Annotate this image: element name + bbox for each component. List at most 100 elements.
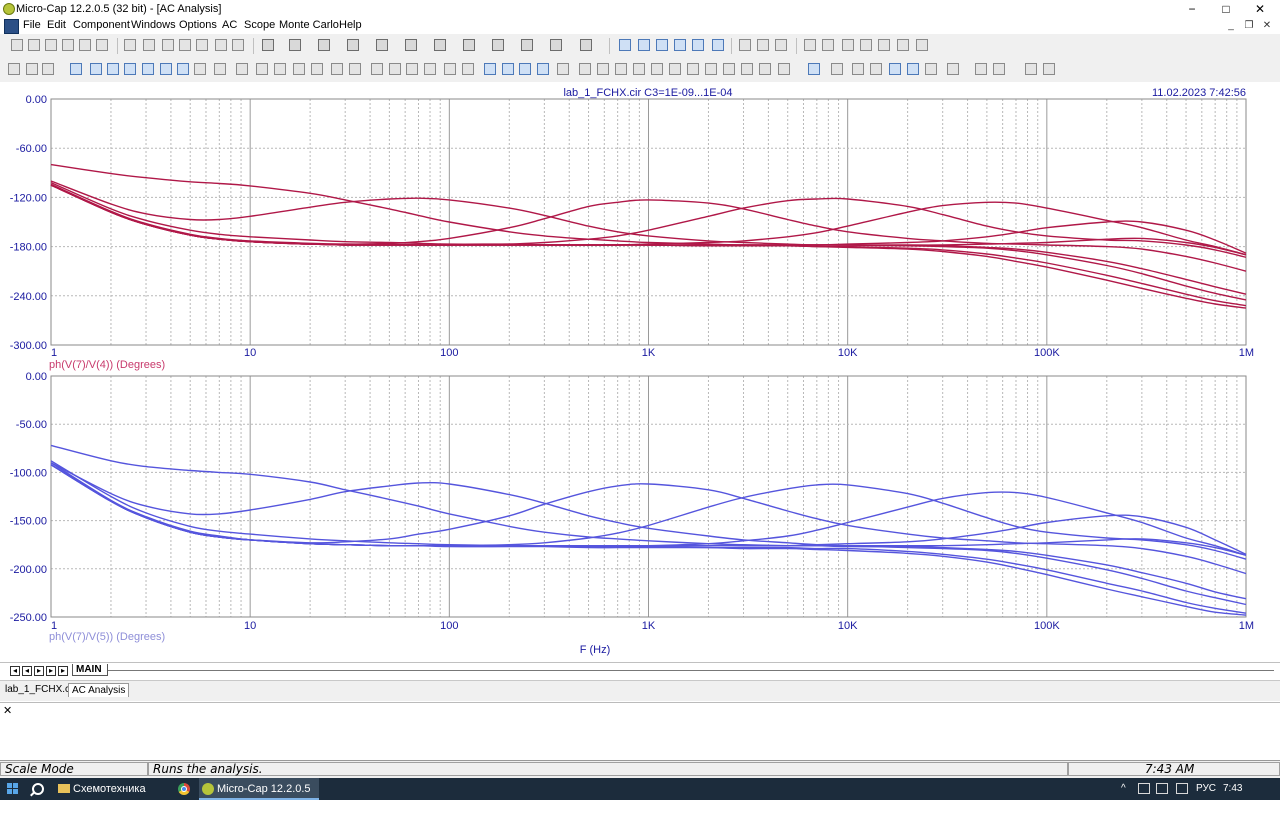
menu-edit[interactable]: Edit bbox=[47, 19, 66, 31]
opamp-icon[interactable] bbox=[463, 39, 475, 51]
battery-icon[interactable] bbox=[1138, 783, 1150, 794]
label-icon[interactable] bbox=[557, 63, 569, 75]
print-preview-icon[interactable] bbox=[79, 39, 91, 51]
minimize-button[interactable]: − bbox=[1177, 0, 1207, 18]
language-indicator[interactable]: РУС bbox=[1196, 778, 1216, 800]
zoom-in-icon[interactable] bbox=[502, 63, 514, 75]
menu-component[interactable]: Component bbox=[73, 19, 130, 31]
fft-icon[interactable] bbox=[916, 39, 928, 51]
save-icon[interactable] bbox=[45, 39, 57, 51]
scale-mode-icon[interactable] bbox=[70, 63, 82, 75]
optimize-icon[interactable] bbox=[878, 39, 890, 51]
taskbar-item-microcap[interactable]: Micro-Cap 12.2.0.5 (32... bbox=[199, 778, 319, 817]
select-all-icon[interactable] bbox=[232, 39, 244, 51]
color-picker-icon[interactable] bbox=[42, 63, 54, 75]
analysis-limits-icon[interactable] bbox=[804, 39, 816, 51]
menu-help[interactable]: Help bbox=[339, 19, 362, 31]
parameters-icon[interactable] bbox=[860, 39, 872, 51]
cut-icon[interactable] bbox=[162, 39, 174, 51]
zoom-restore-icon[interactable] bbox=[537, 63, 549, 75]
data-points-icon[interactable] bbox=[462, 63, 474, 75]
axis-icon[interactable] bbox=[406, 63, 418, 75]
maximize-button[interactable]: □ bbox=[1211, 0, 1241, 18]
menu-scope[interactable]: Scope bbox=[244, 19, 275, 31]
probe-icon[interactable] bbox=[580, 39, 592, 51]
select-mode-icon[interactable] bbox=[8, 63, 20, 75]
stepping-display-icon[interactable] bbox=[349, 63, 361, 75]
auto-scale-range-icon[interactable] bbox=[870, 63, 882, 75]
open-file-icon[interactable] bbox=[28, 39, 40, 51]
tray-overflow-icon[interactable]: ^ bbox=[1121, 778, 1126, 800]
point-tag-icon[interactable] bbox=[142, 63, 154, 75]
globe-icon[interactable] bbox=[775, 39, 787, 51]
source-icon[interactable] bbox=[550, 39, 562, 51]
analysis-window-icon[interactable] bbox=[808, 63, 820, 75]
same-y-scales-icon[interactable] bbox=[831, 63, 843, 75]
auto-scale-icon[interactable] bbox=[852, 63, 864, 75]
menu-ac[interactable]: AC bbox=[222, 19, 237, 31]
menu-monte-carlo[interactable]: Monte Carlo bbox=[279, 19, 339, 31]
analysis-plot[interactable]: lab_1_FCHX.cir C3=1E-09...1E-04 11.02.20… bbox=[0, 82, 1280, 662]
windows-start-icon[interactable] bbox=[7, 783, 19, 795]
zoom-fit-icon[interactable] bbox=[519, 63, 531, 75]
taskbar-clock[interactable]: 7:43 bbox=[1223, 778, 1242, 800]
maximize-plot-icon[interactable] bbox=[692, 39, 704, 51]
waveform-buffer-icon[interactable] bbox=[947, 63, 959, 75]
switch-icon[interactable] bbox=[521, 39, 533, 51]
print-icon[interactable] bbox=[96, 39, 108, 51]
taskbar-item-chrome[interactable] bbox=[175, 778, 197, 800]
close-pane-icon[interactable]: ✕ bbox=[3, 704, 12, 717]
top-trace-label[interactable]: ph(V(7)/V(4)) (Degrees) bbox=[49, 359, 165, 371]
network-icon[interactable] bbox=[1156, 783, 1168, 794]
page-icon[interactable] bbox=[739, 39, 751, 51]
paste-icon[interactable] bbox=[196, 39, 208, 51]
grid-icon[interactable] bbox=[371, 63, 383, 75]
file-tab-ac-analysis[interactable]: AC Analysis bbox=[68, 683, 130, 697]
calculator-icon[interactable] bbox=[712, 39, 724, 51]
mdi-restore-button[interactable]: ❐ bbox=[1241, 18, 1257, 34]
peak-icon[interactable] bbox=[579, 63, 591, 75]
tile-vertical-icon[interactable] bbox=[638, 39, 650, 51]
delete-icon[interactable] bbox=[215, 39, 227, 51]
save-as-icon[interactable] bbox=[62, 39, 74, 51]
valley-icon[interactable] bbox=[597, 63, 609, 75]
cursor-mode-icon[interactable] bbox=[124, 63, 136, 75]
resistor-icon[interactable] bbox=[289, 39, 301, 51]
mdi-close-button[interactable]: ✕ bbox=[1259, 18, 1275, 34]
vertical-tag-icon[interactable] bbox=[177, 63, 189, 75]
tile-horizontal-icon[interactable] bbox=[656, 39, 668, 51]
window-icon[interactable] bbox=[674, 39, 686, 51]
next-page-icon[interactable]: ▸ bbox=[34, 666, 44, 676]
gate-icon[interactable] bbox=[492, 39, 504, 51]
bottom-trace-label[interactable]: ph(V(7)/V(5)) (Degrees) bbox=[49, 631, 165, 643]
horizontal-scrollbar[interactable] bbox=[108, 670, 1274, 671]
zoom-out-icon[interactable] bbox=[484, 63, 496, 75]
battery-icon[interactable] bbox=[405, 39, 417, 51]
magnify-minus-icon[interactable] bbox=[907, 63, 919, 75]
y-value-icon[interactable] bbox=[778, 63, 790, 75]
minor-grid-icon[interactable] bbox=[389, 63, 401, 75]
limits-icon[interactable] bbox=[214, 63, 226, 75]
last-page-icon[interactable]: ▸ bbox=[46, 666, 56, 676]
cursor-positions-icon[interactable] bbox=[925, 63, 937, 75]
export-plot-icon[interactable] bbox=[1043, 63, 1055, 75]
zoom-window-icon[interactable] bbox=[90, 63, 102, 75]
inductor-icon[interactable] bbox=[347, 39, 359, 51]
cascade-windows-icon[interactable] bbox=[619, 39, 631, 51]
zoom-region-icon[interactable] bbox=[107, 63, 119, 75]
component-library-icon[interactable] bbox=[757, 39, 769, 51]
transistor-icon[interactable] bbox=[434, 39, 446, 51]
global-low-icon[interactable] bbox=[687, 63, 699, 75]
x-value-icon[interactable] bbox=[759, 63, 771, 75]
search-icon[interactable] bbox=[32, 783, 44, 795]
undo-icon[interactable] bbox=[124, 39, 136, 51]
menu-options[interactable]: Options bbox=[179, 19, 217, 31]
close-button[interactable]: ✕ bbox=[1245, 0, 1275, 18]
revert-icon[interactable] bbox=[311, 63, 323, 75]
tab-main[interactable]: MAIN bbox=[72, 664, 108, 676]
tokens-icon[interactable] bbox=[444, 63, 456, 75]
font-icon[interactable] bbox=[975, 63, 987, 75]
magnify-plus-icon[interactable] bbox=[889, 63, 901, 75]
taskbar-item-folder[interactable]: Схемотехника bbox=[55, 778, 185, 800]
clear-icon[interactable] bbox=[293, 63, 305, 75]
